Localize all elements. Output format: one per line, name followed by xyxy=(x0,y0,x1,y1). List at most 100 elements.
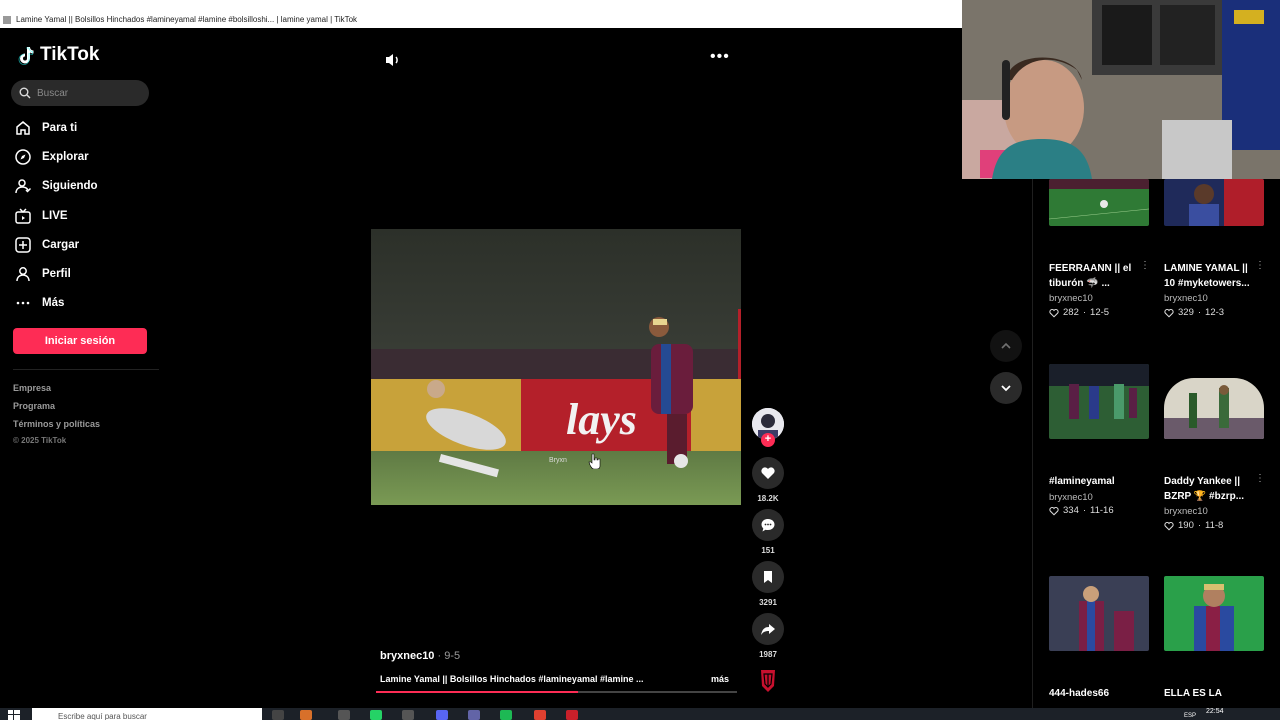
related-likes: 334 xyxy=(1063,505,1079,516)
footer-link-empresa[interactable]: Empresa xyxy=(13,383,51,393)
taskbar-language[interactable]: ESP xyxy=(1184,713,1196,719)
sidebar-item-label: Perfil xyxy=(42,268,71,280)
related-stats: 334 · 11-16 xyxy=(1049,505,1114,516)
footer-link-programa[interactable]: Programa xyxy=(13,401,55,411)
tab-title-text: Lamine Yamal || Bolsillos Hinchados #lam… xyxy=(16,15,358,24)
sidebar-item-live[interactable]: LIVE xyxy=(14,205,164,227)
login-button[interactable]: Iniciar sesión xyxy=(13,328,147,354)
sidebar-item-label: Para ti xyxy=(42,122,78,134)
related-options-icon[interactable]: ⋮ xyxy=(1255,473,1265,484)
related-author[interactable]: bryxnec10 xyxy=(1049,492,1093,503)
sidebar-item-para-ti[interactable]: Para ti xyxy=(14,117,164,139)
video-author[interactable]: bryxnec10 · 9-5 xyxy=(380,650,460,662)
related-title[interactable]: Daddy Yankee || BZRP 🏆 #bzrp... xyxy=(1164,474,1254,504)
music-disc-icon[interactable] xyxy=(758,668,778,694)
thumbnail-image xyxy=(1164,179,1264,226)
app-icon-2[interactable] xyxy=(338,710,350,720)
related-date: 11-8 xyxy=(1205,520,1224,531)
heart-outline-icon xyxy=(1164,521,1174,530)
video-caption: Lamine Yamal || Bolsillos Hinchados #lam… xyxy=(380,674,644,684)
related-options-icon[interactable]: ⋮ xyxy=(1255,260,1265,271)
related-thumbnail[interactable] xyxy=(1164,576,1264,651)
task-view-icon[interactable] xyxy=(272,710,284,720)
video-options-icon[interactable]: ••• xyxy=(710,49,730,68)
thumbnail-image xyxy=(1049,576,1149,651)
brave-icon[interactable] xyxy=(534,710,546,720)
related-thumbnail[interactable] xyxy=(1049,364,1149,439)
stats-separator: · xyxy=(1197,307,1202,318)
search-placeholder: Buscar xyxy=(37,87,69,99)
app-icon-1[interactable] xyxy=(300,710,312,720)
save-button[interactable] xyxy=(752,561,784,593)
teams-icon[interactable] xyxy=(468,710,480,720)
related-likes: 190 xyxy=(1178,520,1194,531)
tiktok-logo[interactable]: TikTok xyxy=(16,44,99,66)
footer-link-terminos[interactable]: Términos y políticas xyxy=(13,419,100,429)
caption-more-link[interactable]: más xyxy=(711,674,729,684)
chevron-down-icon xyxy=(1001,385,1011,392)
related-likes: 329 xyxy=(1178,307,1194,318)
related-stats: 329 · 12-3 xyxy=(1164,307,1224,318)
sidebar-item-mas[interactable]: Más xyxy=(14,292,164,314)
sidebar-item-cargar[interactable]: Cargar xyxy=(14,234,164,256)
video-progress-bar[interactable] xyxy=(376,691,737,693)
video-player[interactable]: lays Bryxn xyxy=(371,229,741,505)
svg-text:Bryxn: Bryxn xyxy=(549,457,567,464)
previous-video-button[interactable] xyxy=(990,330,1022,362)
sidebar-item-perfil[interactable]: Perfil xyxy=(14,263,164,285)
video-frame: lays Bryxn xyxy=(371,229,741,505)
sidebar-item-label: LIVE xyxy=(42,210,68,222)
like-button[interactable] xyxy=(752,457,784,489)
taskbar-clock[interactable]: 22:54 xyxy=(1206,708,1224,715)
stats-separator: · xyxy=(1082,307,1087,318)
thumbnail-image xyxy=(1049,179,1149,226)
related-thumbnail[interactable] xyxy=(1049,576,1149,651)
related-thumbnail[interactable] xyxy=(1164,179,1264,226)
related-title[interactable]: LAMINE YAMAL || 10 #myketowers... xyxy=(1164,261,1254,291)
sidebar-item-label: Más xyxy=(42,297,65,309)
comment-count: 151 xyxy=(761,546,775,555)
share-count: 1987 xyxy=(759,650,777,659)
spotify-icon[interactable] xyxy=(500,710,512,720)
sidebar-item-label: Siguiendo xyxy=(42,180,98,192)
follow-plus-button[interactable]: + xyxy=(761,433,775,447)
related-title[interactable]: FEERRAANN || el tiburón 🦈 ... xyxy=(1049,261,1139,291)
browser-top-strip xyxy=(0,0,962,12)
sidebar-item-explorar[interactable]: Explorar xyxy=(14,146,164,168)
browser-tab-title[interactable]: Lamine Yamal || Bolsillos Hinchados #lam… xyxy=(0,12,962,28)
next-video-button[interactable] xyxy=(990,372,1022,404)
volume-icon[interactable] xyxy=(384,51,402,69)
thumbnail-image xyxy=(1049,364,1149,439)
discord-icon[interactable] xyxy=(436,710,448,720)
related-title[interactable]: #lamineyamal xyxy=(1049,474,1139,489)
related-title[interactable]: 444-hades66 xyxy=(1049,686,1139,701)
live-tv-icon xyxy=(15,208,31,224)
related-thumbnail[interactable] xyxy=(1164,378,1264,439)
browser-icon[interactable] xyxy=(402,710,414,720)
related-options-icon[interactable]: ⋮ xyxy=(1140,260,1150,271)
post-date: · 9-5 xyxy=(434,650,461,662)
whatsapp-icon[interactable] xyxy=(370,710,382,720)
thumbnail-image xyxy=(1164,576,1264,651)
search-input[interactable]: Buscar xyxy=(11,80,149,106)
share-button[interactable] xyxy=(752,613,784,645)
related-author[interactable]: bryxnec10 xyxy=(1164,293,1208,304)
thumbnail-image xyxy=(1164,378,1264,439)
windows-start-icon[interactable] xyxy=(8,710,20,720)
profile-icon xyxy=(16,267,30,282)
comment-button[interactable] xyxy=(752,509,784,541)
stats-separator: · xyxy=(1197,520,1202,531)
heart-outline-icon xyxy=(1049,506,1059,515)
related-author[interactable]: bryxnec10 xyxy=(1049,293,1093,304)
following-icon xyxy=(15,179,32,194)
app-icon-3[interactable] xyxy=(566,710,578,720)
compass-icon xyxy=(15,149,31,165)
heart-icon xyxy=(761,467,775,479)
related-title[interactable]: ELLA ES LA xyxy=(1164,686,1254,701)
sidebar-item-siguiendo[interactable]: Siguiendo xyxy=(14,175,164,197)
sidebar-item-label: Cargar xyxy=(42,239,80,251)
author-name[interactable]: bryxnec10 xyxy=(380,650,434,662)
taskbar-search-input[interactable]: Escribe aquí para buscar xyxy=(32,708,262,720)
related-thumbnail[interactable] xyxy=(1049,179,1149,226)
related-author[interactable]: bryxnec10 xyxy=(1164,506,1208,517)
